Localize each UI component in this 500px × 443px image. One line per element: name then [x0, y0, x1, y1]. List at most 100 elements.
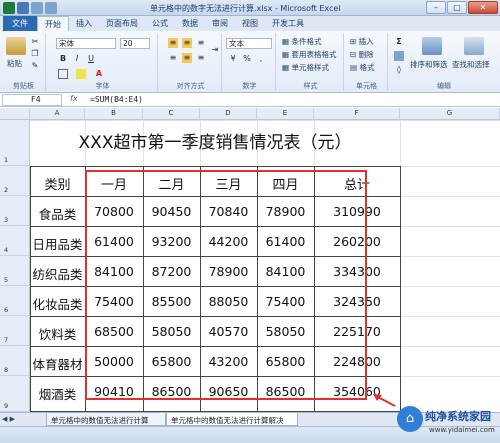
- row-header-4[interactable]: 4: [0, 226, 30, 256]
- delete-cells-label: 删除: [358, 50, 374, 59]
- clipboard-group-label: 剪贴板: [13, 82, 34, 90]
- font-color-icon[interactable]: A: [94, 69, 104, 79]
- column-header-e[interactable]: E: [257, 108, 314, 120]
- insert-cells-button[interactable]: ⊞ 插入: [350, 36, 374, 47]
- tab-view[interactable]: 视图: [235, 16, 265, 31]
- comma-icon[interactable]: ,: [256, 54, 266, 64]
- row-header-3[interactable]: 3: [0, 196, 30, 226]
- tab-developer[interactable]: 开发工具: [265, 16, 311, 31]
- align-bottom-icon[interactable]: ≡: [196, 38, 206, 48]
- maximize-button[interactable]: □: [447, 1, 467, 14]
- editing-group-label: 编辑: [437, 82, 451, 90]
- insert-cells-label: 插入: [358, 37, 374, 46]
- row-number: 3: [4, 216, 9, 224]
- name-box[interactable]: F4: [2, 94, 62, 106]
- title-bar: 单元格中的数字无法进行计算.xlsx - Microsoft Excel – □…: [0, 0, 500, 16]
- redo-icon[interactable]: [45, 2, 57, 14]
- paste-icon[interactable]: [6, 37, 26, 55]
- font-size-select[interactable]: 20: [120, 38, 150, 49]
- align-top-icon[interactable]: ≡: [168, 38, 178, 48]
- sheet-tab-1[interactable]: 单元格中的数值无法进行计算: [46, 413, 166, 426]
- category-cell[interactable]: 体育器材: [30, 354, 85, 373]
- tab-formulas[interactable]: 公式: [145, 16, 175, 31]
- category-cell[interactable]: 食品类: [30, 204, 85, 223]
- cells-group-label: 单元格: [356, 82, 377, 90]
- row-header-6[interactable]: 6: [0, 286, 30, 316]
- tab-file[interactable]: 文件: [3, 16, 37, 31]
- formula-input[interactable]: =SUM(B4:E4): [90, 95, 143, 104]
- tab-home[interactable]: 开始: [37, 16, 69, 31]
- cell-styles-label: 单元格样式: [291, 63, 329, 72]
- cut-icon[interactable]: ✂: [30, 37, 40, 47]
- cells-group: ⊞ 插入 ⊟ 删除 ▤ 格式 单元格: [346, 33, 388, 91]
- find-select-button[interactable]: 查找和选择: [452, 59, 490, 70]
- cell-styles-button[interactable]: ▦ 单元格样式: [282, 62, 329, 73]
- row-header-1[interactable]: 1: [0, 120, 30, 166]
- tab-insert[interactable]: 插入: [69, 16, 99, 31]
- fill-color-icon[interactable]: [76, 69, 86, 79]
- currency-icon[interactable]: ¥: [228, 54, 238, 64]
- font-group: 宋体 20 B I U A 字体: [48, 33, 158, 91]
- row-number: 6: [4, 306, 9, 314]
- bold-button[interactable]: B: [58, 54, 68, 64]
- number-group-label: 数字: [242, 82, 257, 90]
- conditional-format-button[interactable]: ▦ 条件格式: [282, 36, 321, 47]
- row-header-2[interactable]: 2: [0, 166, 30, 196]
- category-cell[interactable]: 化妆品类: [30, 294, 85, 313]
- format-painter-icon[interactable]: ✎: [30, 61, 40, 71]
- close-button[interactable]: ✕: [468, 1, 498, 14]
- border-icon[interactable]: [58, 69, 68, 79]
- tab-page-layout[interactable]: 页面布局: [99, 16, 145, 31]
- format-cells-button[interactable]: ▤ 格式: [350, 62, 374, 73]
- row-number: 8: [4, 366, 9, 374]
- undo-icon[interactable]: [31, 2, 43, 14]
- font-name-select[interactable]: 宋体: [56, 38, 116, 49]
- row-header-7[interactable]: 7: [0, 316, 30, 346]
- format-as-table-button[interactable]: ▦ 套用表格格式: [282, 49, 336, 60]
- column-header-g[interactable]: G: [400, 108, 500, 120]
- minimize-button[interactable]: –: [426, 1, 446, 14]
- align-left-icon[interactable]: ≡: [168, 53, 178, 63]
- category-cell[interactable]: 纺织品类: [30, 264, 85, 283]
- sheet-tab-2[interactable]: 单元格中的数值无法进行计算解决: [166, 413, 298, 426]
- category-cell[interactable]: 烟酒类: [30, 384, 85, 403]
- tab-data[interactable]: 数据: [175, 16, 205, 31]
- find-select-icon[interactable]: [464, 37, 484, 55]
- paste-button[interactable]: 粘贴: [7, 58, 22, 69]
- row-header-8[interactable]: 8: [0, 346, 30, 376]
- sort-filter-button[interactable]: 排序和筛选: [410, 59, 448, 70]
- column-header-f[interactable]: F: [314, 108, 400, 120]
- header-cell[interactable]: 类别: [30, 174, 85, 193]
- category-cell[interactable]: 日用品类: [30, 234, 85, 253]
- column-header-d[interactable]: D: [200, 108, 257, 120]
- fx-icon[interactable]: fx: [70, 94, 78, 103]
- align-right-icon[interactable]: ≡: [196, 53, 206, 63]
- clear-icon[interactable]: ◊: [394, 65, 404, 75]
- number-format-select[interactable]: 文本: [226, 38, 272, 49]
- wrap-text-icon[interactable]: ⇥: [210, 45, 220, 55]
- select-all-corner[interactable]: [0, 108, 30, 120]
- quick-access-toolbar: [3, 2, 57, 14]
- row-header-9[interactable]: 9: [0, 376, 30, 412]
- column-header-a[interactable]: A: [30, 108, 85, 120]
- column-header-b[interactable]: B: [85, 108, 143, 120]
- italic-button[interactable]: I: [72, 54, 82, 64]
- autosum-icon[interactable]: Σ: [394, 37, 404, 47]
- row-header-5[interactable]: 5: [0, 256, 30, 286]
- save-icon[interactable]: [17, 2, 29, 14]
- sort-filter-icon[interactable]: [422, 37, 442, 55]
- sheet-nav-buttons[interactable]: ◀ ▶: [2, 415, 15, 423]
- clipboard-group: 粘贴 ✂ ❐ ✎ 剪贴板: [2, 33, 46, 91]
- copy-icon[interactable]: ❐: [30, 49, 40, 59]
- column-header-c[interactable]: C: [143, 108, 200, 120]
- delete-cells-button[interactable]: ⊟ 删除: [350, 49, 374, 60]
- number-group: 文本 ¥ % , 数字: [224, 33, 276, 91]
- editing-group: Σ ◊ 排序和筛选 查找和选择 编辑: [390, 33, 498, 91]
- align-middle-icon[interactable]: ≡: [182, 38, 192, 48]
- fill-icon[interactable]: [394, 51, 404, 61]
- percent-icon[interactable]: %: [242, 54, 252, 64]
- tab-review[interactable]: 审阅: [205, 16, 235, 31]
- align-center-icon[interactable]: ≡: [182, 53, 192, 63]
- underline-button[interactable]: U: [86, 54, 96, 64]
- category-cell[interactable]: 饮料类: [30, 324, 85, 343]
